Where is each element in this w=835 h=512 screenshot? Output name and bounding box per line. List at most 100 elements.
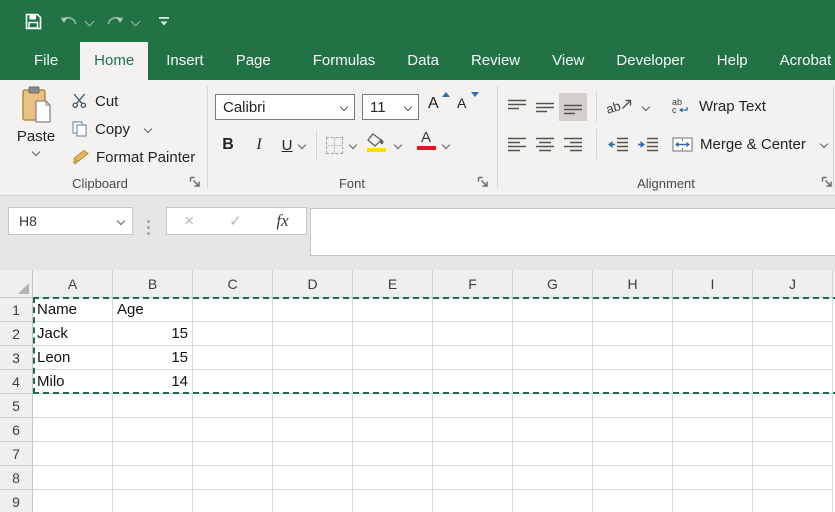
cell-I4[interactable] <box>673 370 753 394</box>
cell-C5[interactable] <box>193 394 273 418</box>
format-painter-button[interactable]: Format Painter <box>72 144 195 170</box>
row-header-7[interactable]: 7 <box>0 442 33 466</box>
cell-F1[interactable] <box>433 298 513 322</box>
row-header-6[interactable]: 6 <box>0 418 33 442</box>
underline-button[interactable]: U <box>277 132 297 158</box>
column-header-I[interactable]: I <box>673 270 753 298</box>
cell-C9[interactable] <box>193 490 273 512</box>
decrease-indent-button[interactable] <box>604 130 632 158</box>
row-header-3[interactable]: 3 <box>0 346 33 370</box>
bold-button[interactable]: B <box>216 132 240 158</box>
tab-acrobat[interactable]: Acrobat <box>766 42 835 80</box>
row-header-2[interactable]: 2 <box>0 322 33 346</box>
cell-A5[interactable] <box>33 394 113 418</box>
cell-B8[interactable] <box>113 466 193 490</box>
formula-input[interactable] <box>310 208 835 256</box>
wrap-text-button[interactable]: ab c Wrap Text <box>672 93 766 119</box>
tab-view[interactable]: View <box>538 42 598 80</box>
tab-formulas[interactable]: Formulas <box>299 42 390 80</box>
column-header-F[interactable]: F <box>433 270 513 298</box>
cell-J7[interactable] <box>753 442 833 466</box>
cell-A1[interactable]: Name <box>33 298 113 322</box>
cell-F9[interactable] <box>433 490 513 512</box>
cell-B6[interactable] <box>113 418 193 442</box>
cell-B7[interactable] <box>113 442 193 466</box>
cell-E5[interactable] <box>353 394 433 418</box>
column-header-D[interactable]: D <box>273 270 353 298</box>
cell-I8[interactable] <box>673 466 753 490</box>
tab-page-layout[interactable]: Page Layout <box>222 42 295 80</box>
cell-H7[interactable] <box>593 442 673 466</box>
cell-C4[interactable] <box>193 370 273 394</box>
cell-A7[interactable] <box>33 442 113 466</box>
cell-F6[interactable] <box>433 418 513 442</box>
tab-data[interactable]: Data <box>393 42 453 80</box>
cell-C3[interactable] <box>193 346 273 370</box>
cell-H5[interactable] <box>593 394 673 418</box>
cell-G8[interactable] <box>513 466 593 490</box>
shrink-font-button[interactable]: A <box>457 95 481 119</box>
paste-dropdown-icon[interactable] <box>32 148 40 156</box>
copy-dropdown-icon[interactable] <box>144 125 152 133</box>
cell-C8[interactable] <box>193 466 273 490</box>
redo-button[interactable] <box>104 0 126 42</box>
font-name-combo[interactable]: Calibri <box>215 94 355 120</box>
column-header-B[interactable]: B <box>113 270 193 298</box>
enter-icon[interactable]: ✓ <box>229 212 242 230</box>
cell-D9[interactable] <box>273 490 353 512</box>
cell-F8[interactable] <box>433 466 513 490</box>
underline-dropdown[interactable] <box>299 132 305 158</box>
cell-E3[interactable] <box>353 346 433 370</box>
paste-button[interactable]: Paste <box>8 86 64 172</box>
tab-insert[interactable]: Insert <box>152 42 218 80</box>
cell-J2[interactable] <box>753 322 833 346</box>
cell-D4[interactable] <box>273 370 353 394</box>
redo-dropdown[interactable] <box>132 0 139 42</box>
bottom-align-button[interactable] <box>559 93 587 121</box>
cell-J3[interactable] <box>753 346 833 370</box>
cell-E6[interactable] <box>353 418 433 442</box>
cell-E8[interactable] <box>353 466 433 490</box>
cell-G2[interactable] <box>513 322 593 346</box>
borders-button[interactable] <box>326 132 343 158</box>
row-header-1[interactable]: 1 <box>0 298 33 322</box>
font-size-combo[interactable]: 11 <box>362 94 419 120</box>
cell-G1[interactable] <box>513 298 593 322</box>
cell-G4[interactable] <box>513 370 593 394</box>
increase-indent-button[interactable] <box>634 130 662 158</box>
cell-D1[interactable] <box>273 298 353 322</box>
customize-quick-access-button[interactable] <box>158 0 170 42</box>
column-header-C[interactable]: C <box>193 270 273 298</box>
cell-H8[interactable] <box>593 466 673 490</box>
cell-B4[interactable]: 14 <box>113 370 193 394</box>
cell-B1[interactable]: Age <box>113 298 193 322</box>
font-color-dropdown[interactable] <box>443 132 449 158</box>
cell-I2[interactable] <box>673 322 753 346</box>
tab-home[interactable]: Home <box>80 42 148 80</box>
cell-B9[interactable] <box>113 490 193 512</box>
cell-C2[interactable] <box>193 322 273 346</box>
cell-H1[interactable] <box>593 298 673 322</box>
cell-A2[interactable]: Jack <box>33 322 113 346</box>
cell-F2[interactable] <box>433 322 513 346</box>
cell-J9[interactable] <box>753 490 833 512</box>
cell-I3[interactable] <box>673 346 753 370</box>
column-header-J[interactable]: J <box>753 270 833 298</box>
align-center-button[interactable] <box>531 130 559 158</box>
cell-I9[interactable] <box>673 490 753 512</box>
cell-E9[interactable] <box>353 490 433 512</box>
cell-G5[interactable] <box>513 394 593 418</box>
column-header-E[interactable]: E <box>353 270 433 298</box>
cell-F5[interactable] <box>433 394 513 418</box>
formula-bar-drag-handle[interactable] <box>147 220 150 235</box>
tab-review[interactable]: Review <box>457 42 534 80</box>
cell-B5[interactable] <box>113 394 193 418</box>
top-align-button[interactable] <box>503 93 531 121</box>
align-right-button[interactable] <box>559 130 587 158</box>
cell-J1[interactable] <box>753 298 833 322</box>
cell-E1[interactable] <box>353 298 433 322</box>
cell-G7[interactable] <box>513 442 593 466</box>
merge-center-button[interactable]: Merge & Center <box>672 131 827 157</box>
cell-E4[interactable] <box>353 370 433 394</box>
cell-F4[interactable] <box>433 370 513 394</box>
